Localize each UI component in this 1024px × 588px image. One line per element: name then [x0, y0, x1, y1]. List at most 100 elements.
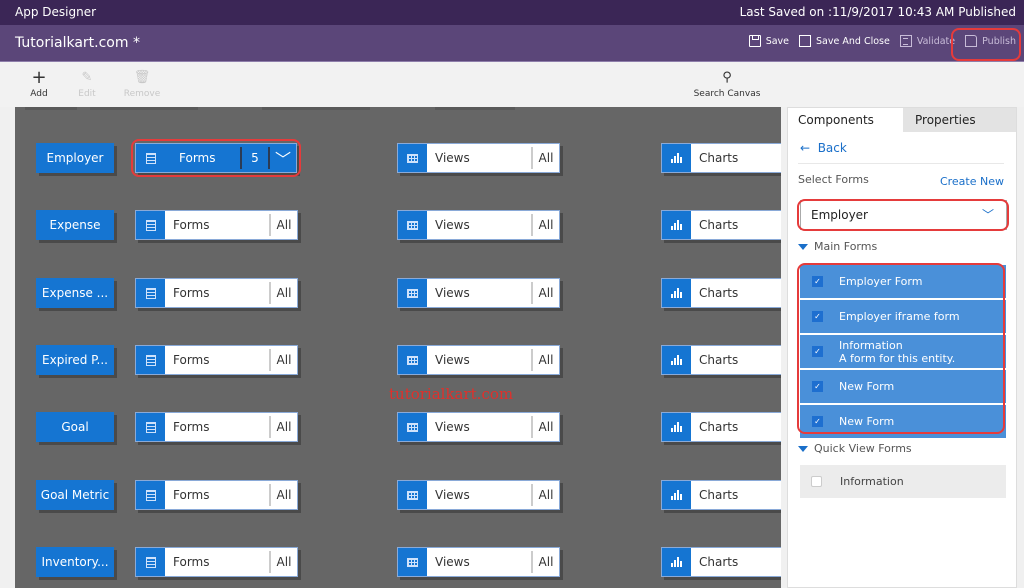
views-count: All — [531, 551, 559, 573]
last-saved-status: Last Saved on :11/9/2017 10:43 AM Publis… — [739, 5, 1016, 19]
form-icon — [136, 481, 165, 509]
main-form-item[interactable]: ✓ New Form — [800, 370, 1006, 403]
main-form-item[interactable]: ✓ New Form — [800, 405, 1006, 438]
forms-tile[interactable]: Forms 5 ﹀ — [135, 143, 297, 173]
forms-count: All — [269, 484, 297, 506]
grid-icon — [398, 346, 427, 374]
forms-tile[interactable]: Forms All — [135, 547, 298, 577]
charts-tile[interactable]: Charts — [661, 547, 781, 577]
main-form-item[interactable]: ✓ Employer Form — [800, 265, 1006, 298]
charts-tile[interactable]: Charts — [661, 345, 781, 375]
views-tile[interactable]: Views All — [397, 278, 560, 308]
caret-down-icon — [798, 445, 808, 452]
publish-label: Publish — [982, 35, 1016, 47]
tab-properties[interactable]: Properties — [903, 108, 1016, 132]
add-button[interactable]: + Add — [16, 67, 62, 100]
grid-icon — [398, 211, 427, 239]
quick-view-forms-heading-label: Quick View Forms — [814, 442, 912, 455]
plus-icon: + — [31, 67, 47, 88]
quick-view-forms-heading[interactable]: Quick View Forms — [798, 442, 912, 455]
back-label: Back — [817, 141, 847, 155]
checkbox-checked-icon[interactable]: ✓ — [812, 416, 823, 427]
forms-tile[interactable]: Forms All — [135, 278, 298, 308]
app-header: App Designer Last Saved on :11/9/2017 10… — [0, 0, 1024, 25]
views-count: All — [531, 484, 559, 506]
save-close-icon — [799, 35, 812, 47]
chevron-down-icon: ﹀ — [981, 208, 994, 222]
views-tile[interactable]: Views All — [397, 547, 560, 577]
forms-tile[interactable]: Forms All — [135, 210, 298, 240]
views-tile[interactable]: Views All — [397, 210, 560, 240]
save-button[interactable]: Save — [748, 35, 789, 47]
entity-button[interactable]: Expense — [36, 210, 114, 240]
create-new-link[interactable]: Create New — [940, 175, 1004, 188]
checkbox-checked-icon[interactable]: ✓ — [812, 381, 823, 392]
main-form-item[interactable]: ✓ Employer iframe form — [800, 300, 1006, 333]
main-form-title: Information — [839, 338, 903, 352]
search-icon: ⚲ — [722, 70, 732, 85]
entity-button[interactable]: Expense ... — [36, 278, 114, 308]
views-tile[interactable]: Views All — [397, 412, 560, 442]
bar-chart-icon — [662, 211, 691, 239]
main-form-subtitle: A form for this entity. — [839, 351, 956, 365]
main-form-title: New Form — [839, 415, 895, 428]
add-label: Add — [30, 89, 48, 99]
forms-tile[interactable]: Forms All — [135, 345, 298, 375]
grid-icon — [398, 279, 427, 307]
checkbox-checked-icon[interactable]: ✓ — [812, 311, 823, 322]
charts-tile[interactable]: Charts — [661, 210, 781, 240]
back-link[interactable]: ← Back — [800, 141, 847, 155]
forms-tile[interactable]: Forms All — [135, 412, 298, 442]
charts-tile[interactable]: Charts — [661, 278, 781, 308]
forms-tile[interactable]: Forms All — [135, 480, 298, 510]
grid-icon — [398, 548, 427, 576]
entity-button[interactable]: Goal — [36, 412, 114, 442]
views-tile[interactable]: Views All — [397, 345, 560, 375]
main-forms-heading[interactable]: Main Forms — [798, 240, 877, 253]
chevron-down-icon[interactable]: ﹀ — [268, 147, 296, 169]
views-count: All — [531, 214, 559, 236]
charts-tile[interactable]: Charts — [661, 143, 781, 173]
app-name: Tutorialkart.com * — [15, 35, 140, 51]
validate-button[interactable]: Validate — [899, 35, 955, 47]
views-tile[interactable]: Views All — [397, 143, 560, 173]
entity-button[interactable]: Goal Metric — [36, 480, 114, 510]
entity-button[interactable]: Inventory... — [36, 547, 114, 577]
charts-tile-label: Charts — [699, 151, 739, 165]
quick-view-form-item[interactable]: Information — [800, 465, 1006, 498]
bar-chart-icon — [662, 413, 691, 441]
trash-icon: 🗑 — [133, 70, 151, 85]
checkbox-checked-icon[interactable]: ✓ — [812, 276, 823, 287]
grid-icon — [398, 413, 427, 441]
remove-button[interactable]: 🗑 Remove — [119, 70, 165, 99]
views-count: All — [531, 349, 559, 371]
edit-button[interactable]: ✎ Edit — [64, 70, 110, 99]
divider — [798, 163, 1004, 164]
forms-tile-label: Forms — [173, 488, 210, 502]
forms-tile-label: Forms — [173, 286, 210, 300]
publish-button[interactable]: Publish — [965, 35, 1016, 47]
tab-components[interactable]: Components — [788, 108, 903, 132]
main-form-title: Employer Form — [839, 275, 923, 288]
views-tile-label: Views — [435, 286, 470, 300]
validate-icon — [899, 35, 912, 47]
panel-tabs: Components Properties — [788, 108, 1016, 132]
designer-canvas[interactable]: Employer Forms 5 ﹀ Views All Charts Expen… — [15, 107, 781, 588]
checkbox-unchecked[interactable] — [811, 476, 822, 487]
form-icon — [136, 346, 165, 374]
entity-button[interactable]: Expired P... — [36, 345, 114, 375]
save-and-close-button[interactable]: Save And Close — [799, 35, 890, 47]
charts-tile[interactable]: Charts — [661, 480, 781, 510]
main-form-text: New Form — [839, 415, 894, 428]
charts-tile[interactable]: Charts — [661, 412, 781, 442]
search-canvas-button[interactable]: ⚲ Search Canvas — [690, 70, 764, 99]
save-icon — [748, 35, 761, 47]
entity-dropdown[interactable]: Employer ﹀ — [800, 200, 1007, 230]
checkbox-checked-icon[interactable]: ✓ — [812, 346, 823, 357]
components-panel: Components Properties ← Back Select Form… — [787, 107, 1017, 588]
main-form-item[interactable]: ✓ Information A form for this entity. — [800, 335, 1006, 368]
views-tile[interactable]: Views All — [397, 480, 560, 510]
grid-icon — [398, 481, 427, 509]
bar-chart-icon — [662, 144, 691, 172]
entity-button[interactable]: Employer — [36, 143, 114, 173]
